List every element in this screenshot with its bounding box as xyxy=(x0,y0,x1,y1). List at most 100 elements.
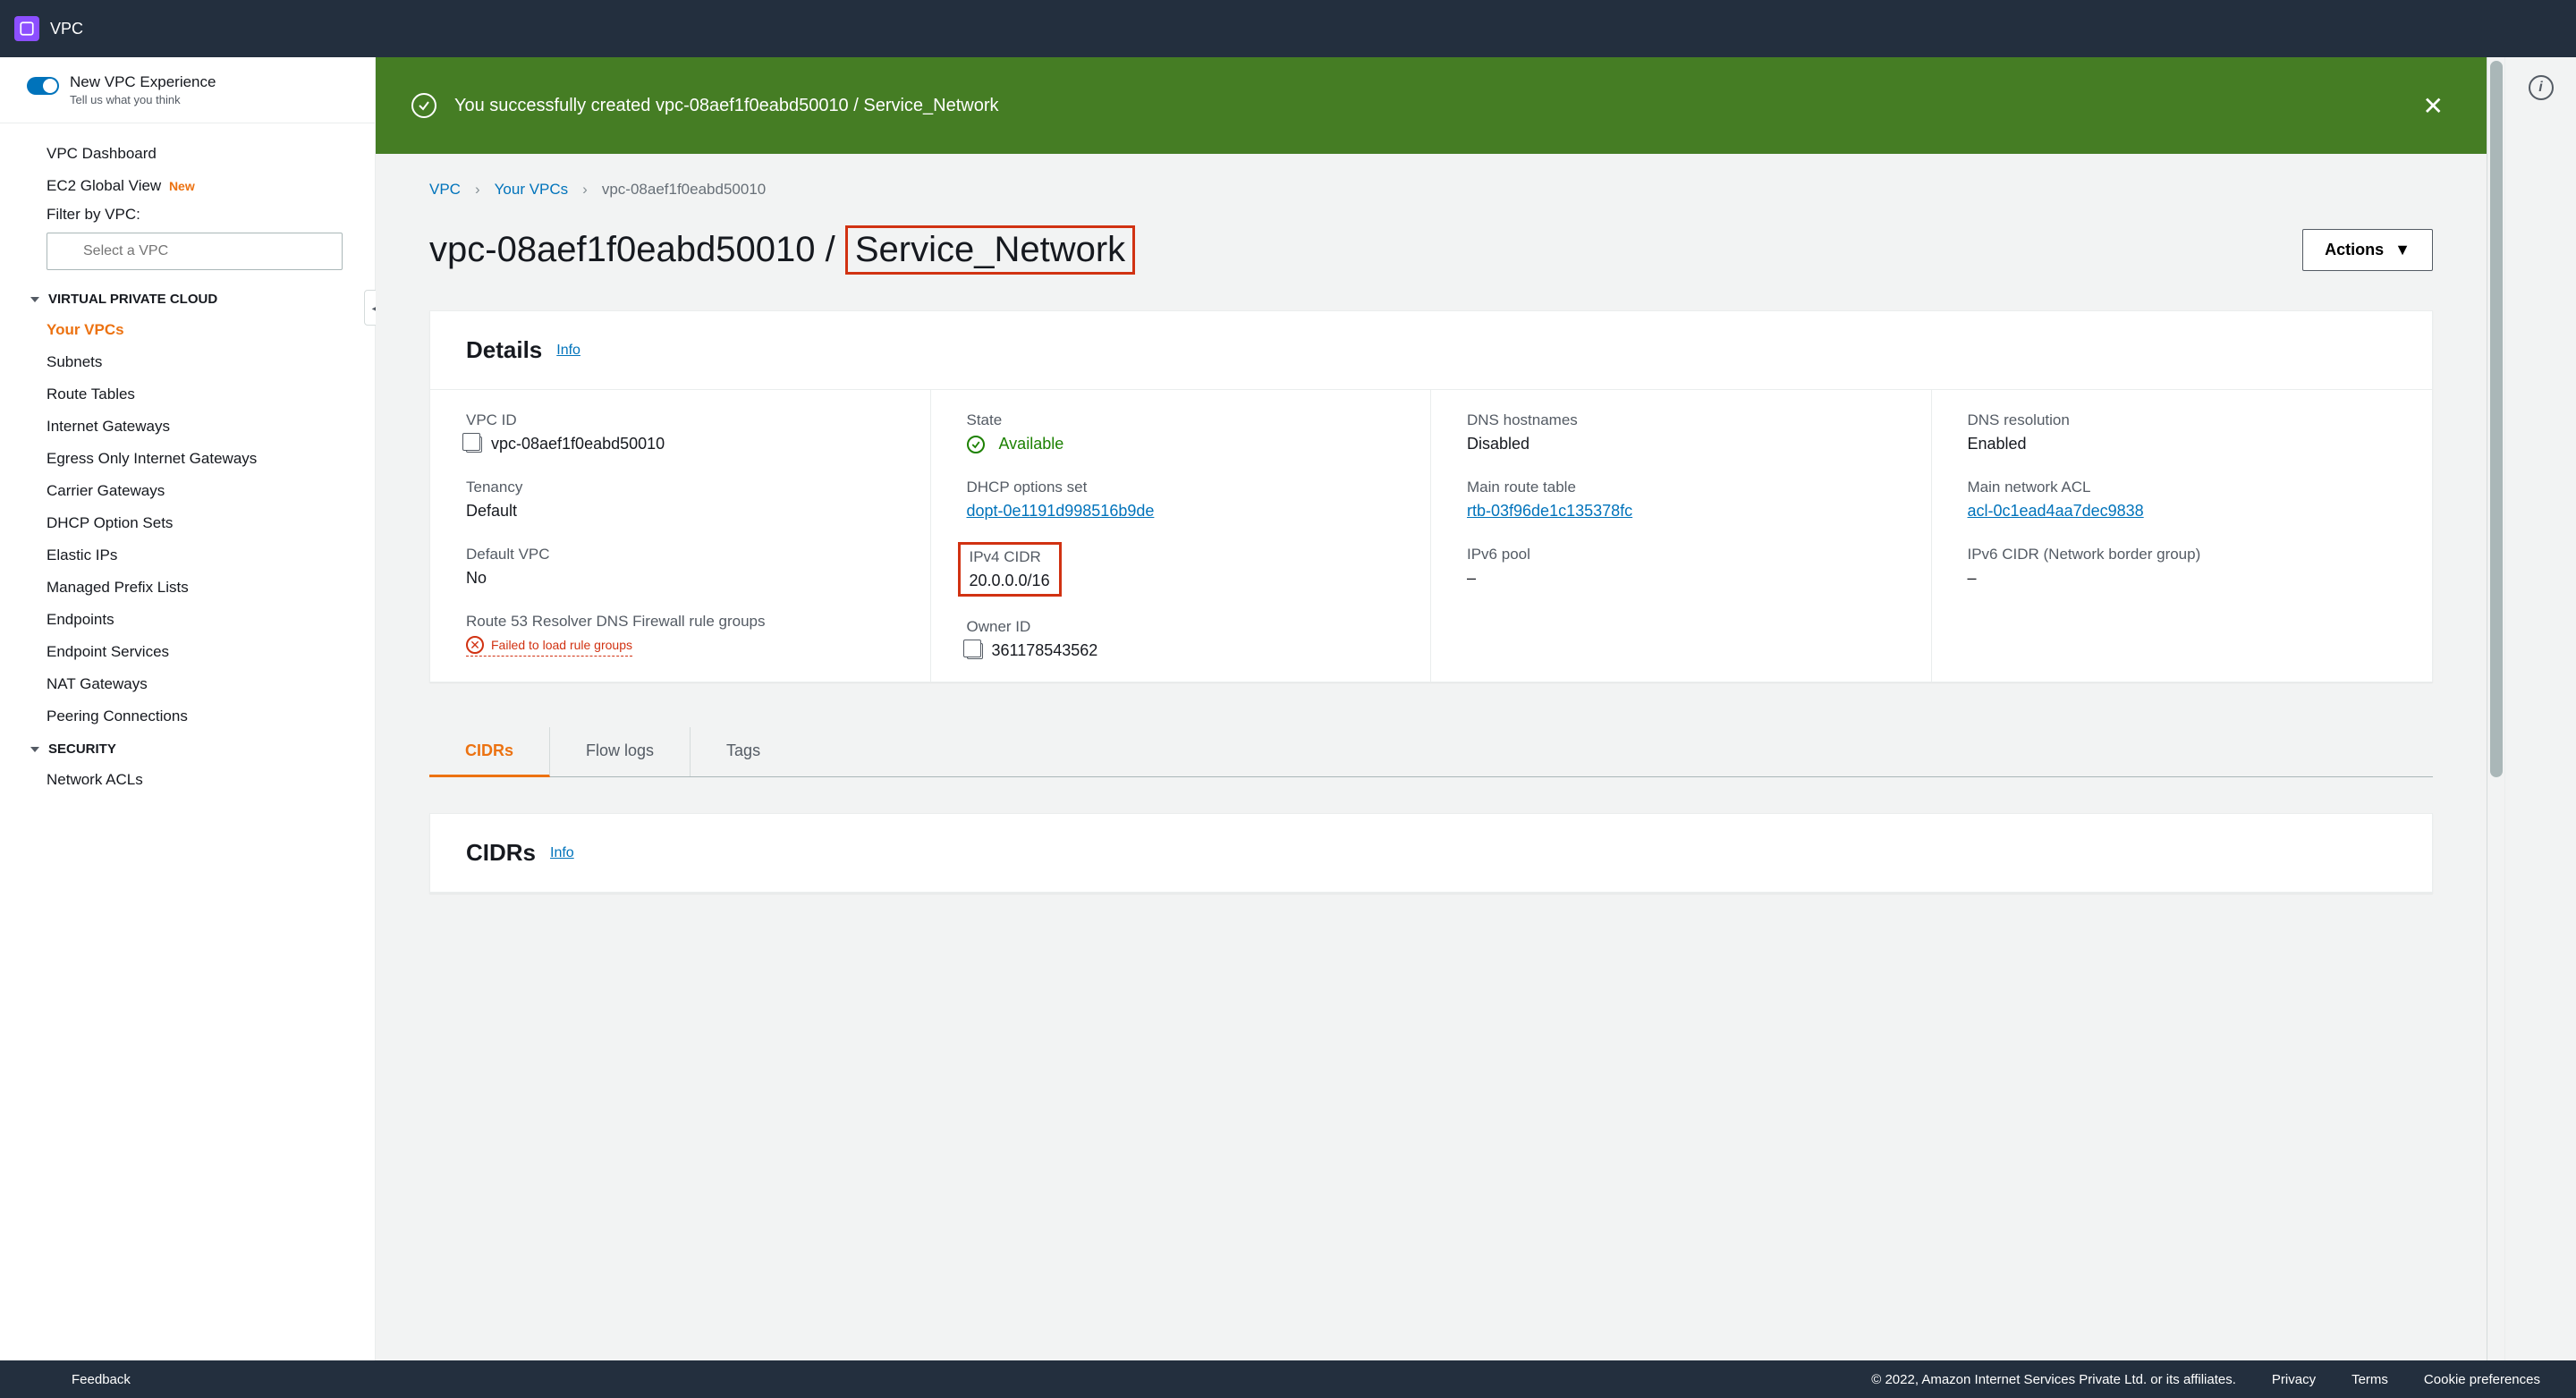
service-name: VPC xyxy=(50,20,83,38)
top-bar: VPC xyxy=(0,0,2576,57)
copy-icon[interactable] xyxy=(466,436,482,453)
highlighted-vpc-name: Service_Network xyxy=(845,225,1135,275)
ipv6-pool-label: IPv6 pool xyxy=(1467,546,1895,563)
dns-resolution-value: Enabled xyxy=(1968,435,2397,453)
owner-label: Owner ID xyxy=(967,618,1395,636)
filter-by-vpc-label: Filter by VPC: xyxy=(0,202,375,227)
sidebar-item-subnets[interactable]: Subnets xyxy=(0,346,375,378)
sidebar-heading-security[interactable]: SECURITY xyxy=(0,733,375,764)
vpc-filter-input[interactable] xyxy=(47,233,343,270)
ec2-global-label: EC2 Global View xyxy=(47,177,161,194)
sidebar-item-managed-prefix-lists[interactable]: Managed Prefix Lists xyxy=(0,572,375,604)
sidebar: New VPC Experience Tell us what you thin… xyxy=(0,57,376,1360)
footer: Feedback © 2022, Amazon Internet Service… xyxy=(0,1360,2576,1398)
chevron-right-icon: › xyxy=(582,181,588,199)
sidebar-item-internet-gateways[interactable]: Internet Gateways xyxy=(0,411,375,443)
sidebar-item-network-acls[interactable]: Network ACLs xyxy=(0,764,375,796)
main-scrollbar[interactable] xyxy=(2487,57,2504,1360)
caret-down-icon xyxy=(30,747,39,752)
details-heading: Details xyxy=(466,336,542,364)
main-route-table-label: Main route table xyxy=(1467,479,1895,496)
sidebar-item-ec2-global[interactable]: EC2 Global View New xyxy=(0,170,375,202)
cidrs-panel: CIDRs Info xyxy=(429,813,2433,894)
sidebar-item-nat-gateways[interactable]: NAT Gateways xyxy=(0,668,375,700)
page-title: vpc-08aef1f0eabd50010 / Service_Network xyxy=(429,225,1135,275)
sidebar-item-dashboard[interactable]: VPC Dashboard xyxy=(0,138,375,170)
main-network-acl-label: Main network ACL xyxy=(1968,479,2397,496)
status-ok-icon xyxy=(967,436,985,453)
dhcp-label: DHCP options set xyxy=(967,479,1395,496)
dns-hostnames-label: DNS hostnames xyxy=(1467,411,1895,429)
scrollbar-thumb[interactable] xyxy=(2490,61,2503,777)
details-panel: Details Info VPC ID vpc-08aef1f0eabd5001… xyxy=(429,310,2433,682)
new-experience-toggle-row: New VPC Experience Tell us what you thin… xyxy=(0,57,375,123)
privacy-link[interactable]: Privacy xyxy=(2272,1372,2316,1387)
caret-down-icon xyxy=(30,297,39,302)
sidebar-item-peering[interactable]: Peering Connections xyxy=(0,700,375,733)
vpc-id-label: VPC ID xyxy=(466,411,894,429)
route53-error[interactable]: ✕ Failed to load rule groups xyxy=(466,636,632,657)
sidebar-item-endpoint-services[interactable]: Endpoint Services xyxy=(0,636,375,668)
cookie-preferences-link[interactable]: Cookie preferences xyxy=(2424,1372,2540,1387)
state-label: State xyxy=(967,411,1395,429)
cidrs-info-link[interactable]: Info xyxy=(550,845,574,861)
banner-close-button[interactable]: ✕ xyxy=(2416,91,2451,121)
state-value: Available xyxy=(999,435,1064,453)
sidebar-heading-vpc[interactable]: VIRTUAL PRIVATE CLOUD xyxy=(0,283,375,314)
actions-button[interactable]: Actions ▼ xyxy=(2302,229,2433,271)
sidebar-item-carrier-gateways[interactable]: Carrier Gateways xyxy=(0,475,375,507)
error-icon: ✕ xyxy=(466,636,484,654)
ipv4cidr-label: IPv4 CIDR xyxy=(970,548,1050,566)
terms-link[interactable]: Terms xyxy=(2351,1372,2388,1387)
breadcrumb-vpc[interactable]: VPC xyxy=(429,181,461,199)
ipv4cidr-value: 20.0.0.0/16 xyxy=(970,572,1050,590)
ipv6-cidr-label: IPv6 CIDR (Network border group) xyxy=(1968,546,2397,563)
success-icon xyxy=(411,93,436,118)
sidebar-item-egress-igw[interactable]: Egress Only Internet Gateways xyxy=(0,443,375,475)
sidebar-item-dhcp-option-sets[interactable]: DHCP Option Sets xyxy=(0,507,375,539)
ipv6-cidr-value: – xyxy=(1968,569,2397,588)
banner-message: You successfully created vpc-08aef1f0eab… xyxy=(454,96,2416,116)
vpc-id-value: vpc-08aef1f0eabd50010 xyxy=(491,435,665,453)
main-network-acl-link[interactable]: acl-0c1ead4aa7dec9838 xyxy=(1968,502,2144,521)
success-banner: You successfully created vpc-08aef1f0eab… xyxy=(376,57,2487,154)
main-route-table-link[interactable]: rtb-03f96de1c135378fc xyxy=(1467,502,1632,521)
sidebar-item-your-vpcs[interactable]: Your VPCs xyxy=(0,314,375,346)
help-panel-column: i xyxy=(2504,57,2576,1360)
default-vpc-label: Default VPC xyxy=(466,546,894,563)
new-experience-title: New VPC Experience xyxy=(70,73,216,91)
tenancy-value: Default xyxy=(466,502,894,521)
new-experience-toggle[interactable] xyxy=(27,77,59,95)
ipv6-pool-value: – xyxy=(1467,569,1895,588)
tenancy-label: Tenancy xyxy=(466,479,894,496)
new-badge: New xyxy=(169,179,195,193)
dns-hostnames-value: Disabled xyxy=(1467,435,1895,453)
tab-flow-logs[interactable]: Flow logs xyxy=(550,727,691,776)
new-experience-subtitle[interactable]: Tell us what you think xyxy=(70,93,216,106)
sidebar-item-route-tables[interactable]: Route Tables xyxy=(0,378,375,411)
copy-icon[interactable] xyxy=(967,643,983,659)
default-vpc-value: No xyxy=(466,569,894,588)
sidebar-item-endpoints[interactable]: Endpoints xyxy=(0,604,375,636)
dhcp-link[interactable]: dopt-0e1191d998516b9de xyxy=(967,502,1155,521)
dns-resolution-label: DNS resolution xyxy=(1968,411,2397,429)
breadcrumb-your-vpcs[interactable]: Your VPCs xyxy=(495,181,569,199)
breadcrumb-current: vpc-08aef1f0eabd50010 xyxy=(602,181,766,199)
tabs: CIDRs Flow logs Tags xyxy=(429,727,2433,777)
caret-down-icon: ▼ xyxy=(2394,241,2411,259)
owner-value: 361178543562 xyxy=(992,641,1098,660)
help-icon[interactable]: i xyxy=(2529,75,2554,100)
details-info-link[interactable]: Info xyxy=(556,343,580,359)
sidebar-item-elastic-ips[interactable]: Elastic IPs xyxy=(0,539,375,572)
tab-cidrs[interactable]: CIDRs xyxy=(429,727,550,777)
highlighted-ipv4-cidr: IPv4 CIDR 20.0.0.0/16 xyxy=(958,542,1062,597)
tab-tags[interactable]: Tags xyxy=(691,727,796,776)
main-content: You successfully created vpc-08aef1f0eab… xyxy=(376,57,2487,1360)
cidrs-heading: CIDRs xyxy=(466,839,536,867)
feedback-link[interactable]: Feedback xyxy=(72,1372,131,1387)
chevron-right-icon: › xyxy=(475,181,480,199)
route53-label: Route 53 Resolver DNS Firewall rule grou… xyxy=(466,613,894,631)
breadcrumb: VPC › Your VPCs › vpc-08aef1f0eabd50010 xyxy=(429,181,2433,199)
copyright-text: © 2022, Amazon Internet Services Private… xyxy=(1871,1372,2236,1387)
vpc-service-icon xyxy=(14,16,39,41)
